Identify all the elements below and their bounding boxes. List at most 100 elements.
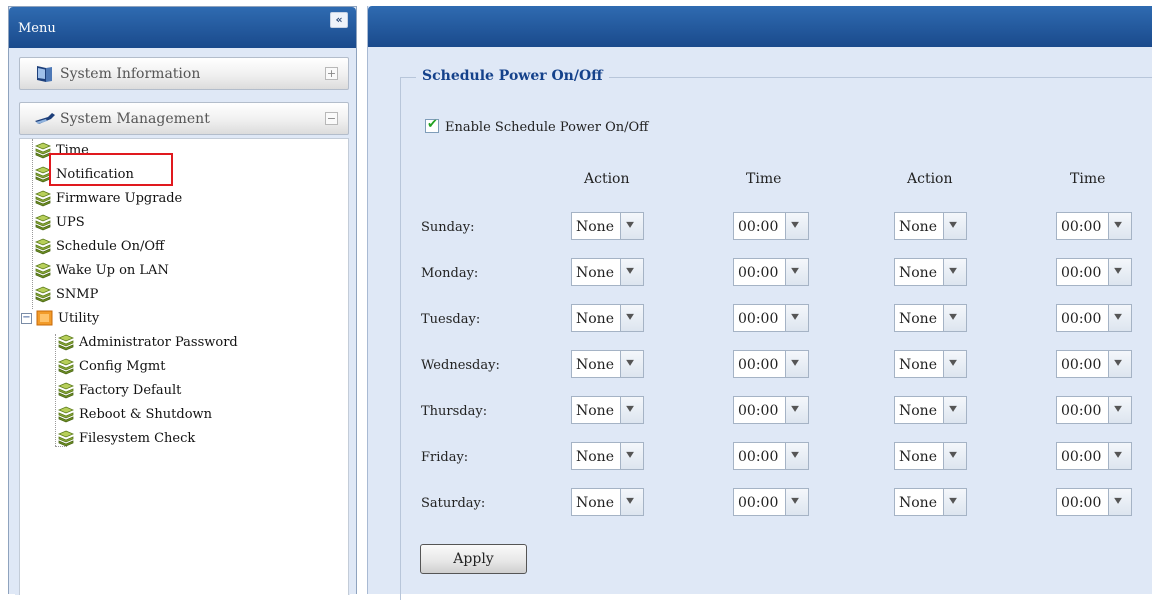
dropdown-arrow-icon[interactable]: ▾ [620, 259, 643, 285]
day-label: Friday: [421, 450, 469, 465]
select-value: 00:00 [1061, 219, 1102, 235]
select-value: 00:00 [1061, 357, 1102, 373]
action-select-2[interactable]: None ▾ [894, 350, 967, 378]
time-select-1[interactable]: 00:00 ▾ [733, 442, 809, 470]
action-select-1[interactable]: None ▾ [571, 442, 644, 470]
layer-stack-icon [34, 189, 52, 207]
action-select-2[interactable]: None ▾ [894, 212, 967, 240]
select-value: 00:00 [738, 357, 779, 373]
content-header [368, 6, 1152, 47]
dropdown-arrow-icon[interactable]: ▾ [943, 397, 966, 423]
day-label: Monday: [421, 266, 479, 281]
select-value: None [899, 311, 937, 327]
time-select-1[interactable]: 00:00 ▾ [733, 212, 809, 240]
dropdown-arrow-icon[interactable]: ▾ [943, 489, 966, 515]
dropdown-arrow-icon[interactable]: ▾ [943, 213, 966, 239]
menu-item-label: Wake Up on LAN [56, 263, 169, 278]
select-value: 00:00 [738, 495, 779, 511]
content-panel: Schedule Power On/Off ✔ Enable Schedule … [367, 6, 1152, 600]
action-select-1[interactable]: None ▾ [571, 304, 644, 332]
accordion-system-information[interactable]: System Information + [19, 57, 349, 90]
dropdown-arrow-icon[interactable]: ▾ [620, 489, 643, 515]
time-select-1[interactable]: 00:00 ▾ [733, 396, 809, 424]
time-select-2[interactable]: 00:00 ▾ [1056, 442, 1132, 470]
action-select-2[interactable]: None ▾ [894, 258, 967, 286]
apply-button[interactable]: Apply [420, 544, 527, 574]
collapse-icon[interactable]: − [325, 112, 338, 125]
dropdown-arrow-icon[interactable]: ▾ [1108, 213, 1131, 239]
dropdown-arrow-icon[interactable]: ▾ [620, 397, 643, 423]
menu-tree: Time Notification Firmware Upgrade UPS S… [19, 138, 349, 595]
dropdown-arrow-icon[interactable]: ▾ [943, 443, 966, 469]
dropdown-arrow-icon[interactable]: ▾ [1108, 489, 1131, 515]
dropdown-arrow-icon[interactable]: ▾ [943, 259, 966, 285]
time-select-2[interactable]: 00:00 ▾ [1056, 396, 1132, 424]
enable-schedule-checkbox[interactable]: ✔ [425, 117, 439, 133]
select-value: None [576, 265, 614, 281]
dropdown-arrow-icon[interactable]: ▾ [1108, 259, 1131, 285]
time-select-1[interactable]: 00:00 ▾ [733, 350, 809, 378]
expand-icon[interactable]: + [325, 67, 338, 80]
time-select-1[interactable]: 00:00 ▾ [733, 488, 809, 516]
dropdown-arrow-icon[interactable]: ▾ [785, 489, 808, 515]
dropdown-arrow-icon[interactable]: ▾ [1108, 305, 1131, 331]
time-select-1[interactable]: 00:00 ▾ [733, 304, 809, 332]
dropdown-arrow-icon[interactable]: ▾ [943, 305, 966, 331]
menu-header: Menu « [9, 7, 356, 48]
dropdown-arrow-icon[interactable]: ▾ [785, 351, 808, 377]
action-select-1[interactable]: None ▾ [571, 258, 644, 286]
action-select-1[interactable]: None ▾ [571, 350, 644, 378]
select-value: 00:00 [738, 219, 779, 235]
dropdown-arrow-icon[interactable]: ▾ [785, 213, 808, 239]
collapse-menu-button[interactable]: « [330, 12, 348, 28]
column-header-time: Time [746, 171, 782, 187]
enable-schedule-label: Enable Schedule Power On/Off [445, 120, 649, 135]
column-header-time: Time [1070, 171, 1106, 187]
dropdown-arrow-icon[interactable]: ▾ [785, 443, 808, 469]
select-value: None [576, 219, 614, 235]
fieldset-border [400, 77, 401, 600]
dropdown-arrow-icon[interactable]: ▾ [1108, 351, 1131, 377]
layer-stack-icon [34, 213, 52, 231]
time-select-1[interactable]: 00:00 ▾ [733, 258, 809, 286]
dropdown-arrow-icon[interactable]: ▾ [620, 443, 643, 469]
dropdown-arrow-icon[interactable]: ▾ [620, 213, 643, 239]
action-select-1[interactable]: None ▾ [571, 488, 644, 516]
accordion-system-management[interactable]: System Management − [19, 102, 349, 135]
menu-item-label: Config Mgmt [79, 359, 166, 374]
menu-item-label: Firmware Upgrade [56, 191, 183, 206]
dropdown-arrow-icon[interactable]: ▾ [785, 397, 808, 423]
action-select-2[interactable]: None ▾ [894, 442, 967, 470]
menu-item-label: Filesystem Check [79, 431, 196, 446]
select-value: 00:00 [738, 403, 779, 419]
dropdown-arrow-icon[interactable]: ▾ [785, 259, 808, 285]
action-select-2[interactable]: None ▾ [894, 488, 967, 516]
time-select-2[interactable]: 00:00 ▾ [1056, 258, 1132, 286]
dropdown-arrow-icon[interactable]: ▾ [943, 351, 966, 377]
select-value: None [576, 357, 614, 373]
time-select-2[interactable]: 00:00 ▾ [1056, 212, 1132, 240]
action-select-2[interactable]: None ▾ [894, 396, 967, 424]
layer-stack-icon [57, 405, 75, 423]
selection-highlight [49, 153, 173, 186]
dropdown-arrow-icon[interactable]: ▾ [1108, 443, 1131, 469]
time-select-2[interactable]: 00:00 ▾ [1056, 488, 1132, 516]
dropdown-arrow-icon[interactable]: ▾ [620, 305, 643, 331]
time-select-2[interactable]: 00:00 ▾ [1056, 350, 1132, 378]
collapse-tree-icon[interactable]: − [21, 313, 32, 324]
dropdown-arrow-icon[interactable]: ▾ [620, 351, 643, 377]
menu-item-utility[interactable]: − Utility [21, 308, 141, 330]
menu-item-label: UPS [56, 215, 85, 230]
menu-item-label: Utility [58, 311, 100, 326]
time-select-2[interactable]: 00:00 ▾ [1056, 304, 1132, 332]
action-select-1[interactable]: None ▾ [571, 212, 644, 240]
menu-item-label: Factory Default [79, 383, 182, 398]
dropdown-arrow-icon[interactable]: ▾ [785, 305, 808, 331]
layer-stack-icon [57, 429, 75, 447]
action-select-2[interactable]: None ▾ [894, 304, 967, 332]
dropdown-arrow-icon[interactable]: ▾ [1108, 397, 1131, 423]
select-value: 00:00 [1061, 449, 1102, 465]
select-value: None [576, 311, 614, 327]
action-select-1[interactable]: None ▾ [571, 396, 644, 424]
select-value: None [899, 219, 937, 235]
